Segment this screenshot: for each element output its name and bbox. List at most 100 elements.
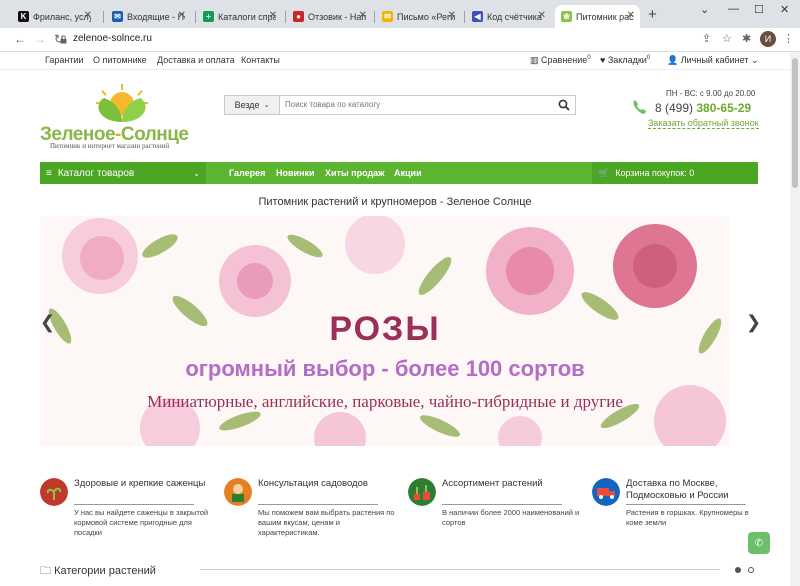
tab-favicon: K xyxy=(18,11,29,22)
phone-icon xyxy=(633,100,646,114)
nav-sales[interactable]: Акции xyxy=(394,168,422,178)
profile-avatar[interactable]: И xyxy=(760,31,776,47)
search-scope-select[interactable]: Везде ⌄ xyxy=(225,96,280,114)
tab-favicon: ❀ xyxy=(561,11,572,22)
search-scope-label: Везде xyxy=(234,100,260,110)
feature-title: Консультация садоводов xyxy=(258,478,368,489)
chevron-down-icon[interactable]: ⌄ xyxy=(700,3,709,16)
search-icon[interactable] xyxy=(558,99,570,111)
page-title: Питомник растений и крупномеров - Зелено… xyxy=(258,196,532,208)
nav-new[interactable]: Новинки xyxy=(276,168,315,178)
search-bar: Везде ⌄ xyxy=(224,95,576,115)
feature-title: Здоровые и крепкие саженцы xyxy=(74,478,206,489)
chart-icon: ▥ xyxy=(530,55,539,65)
browser-toolbar: ← → ↻ zelenoe-solnce.ru ⇪ ☆ ✱ И ⋮ xyxy=(0,28,800,52)
bookmarks-count: 0 xyxy=(646,55,651,61)
nav-bestsellers[interactable]: Хиты продаж xyxy=(325,168,385,178)
browser-tab[interactable]: ✉ Письмо «Регистр ✕ xyxy=(376,5,461,28)
menu-icon[interactable]: ⋮ xyxy=(783,32,794,45)
chevron-down-icon: ⌄ xyxy=(193,168,200,178)
browser-tab[interactable]: ◀ Код счётчика ✕ xyxy=(466,5,551,28)
back-icon[interactable]: ← xyxy=(14,32,26,46)
new-tab-icon[interactable]: + xyxy=(648,6,657,23)
categories-title: Категории растений xyxy=(54,565,156,577)
phone-number[interactable]: 8 (499) 380-65-29 xyxy=(655,101,751,115)
catalog-label: Каталог товаров xyxy=(57,167,135,179)
tab-title: Входящие - Почта xyxy=(127,11,185,22)
main-nav: ≡ Каталог товаров ⌄ Галерея Новинки Хиты… xyxy=(40,162,758,184)
link-delivery[interactable]: Доставка и оплата xyxy=(157,55,235,65)
close-tab-icon[interactable]: ✕ xyxy=(269,10,277,21)
tab-title: Каталоги справок xyxy=(218,11,276,22)
address-bar[interactable]: zelenoe-solnce.ru xyxy=(73,33,152,44)
hamburger-icon: ≡ xyxy=(46,167,52,179)
seedling-icon xyxy=(40,478,68,506)
plant-pots-icon xyxy=(408,478,436,506)
extensions-icon[interactable]: ✱ xyxy=(742,32,751,45)
tab-title: Код счётчика xyxy=(487,11,542,22)
forward-icon[interactable]: → xyxy=(34,32,46,46)
close-tab-icon[interactable]: ✕ xyxy=(359,10,367,21)
browser-tab[interactable]: + Каталоги справок ✕ xyxy=(197,5,282,28)
close-tab-icon[interactable]: ✕ xyxy=(178,10,186,21)
feature-desc: У нас вы найдете саженцы в закрытой корм… xyxy=(74,508,209,537)
minimize-icon[interactable]: — xyxy=(728,3,739,15)
working-hours: ПН - ВС: с 9.00 до 20.00 xyxy=(666,89,756,98)
compare-link[interactable]: ▥ Сравнение0 xyxy=(530,55,591,66)
close-tab-icon[interactable]: ✕ xyxy=(84,10,92,21)
close-window-icon[interactable]: ✕ xyxy=(780,3,789,16)
browser-tab-active[interactable]: ❀ Питомник расте ✕ xyxy=(555,5,640,28)
search-input[interactable] xyxy=(285,100,545,109)
lock-icon[interactable] xyxy=(60,35,67,44)
account-link[interactable]: 👤 Личный кабинет ⌄ xyxy=(667,55,759,66)
promo-banner[interactable]: РОЗЫ огромный выбор - более 100 сортов М… xyxy=(40,216,730,446)
truck-icon xyxy=(592,478,620,506)
account-label: Личный кабинет xyxy=(680,55,749,65)
compare-label: Сравнение xyxy=(541,55,588,65)
cart-button[interactable]: 🛒 Корзина покупок: 0 xyxy=(592,162,758,184)
scrollbar-thumb[interactable] xyxy=(792,58,798,188)
user-icon: 👤 xyxy=(667,55,679,65)
callback-link[interactable]: Заказать обратный звонок xyxy=(648,118,759,129)
link-contacts[interactable]: Контакты xyxy=(241,55,280,65)
tab-favicon: ✉ xyxy=(112,11,123,22)
maximize-icon[interactable]: ☐ xyxy=(754,3,764,16)
browser-tab[interactable]: ✉ Входящие - Почта ✕ xyxy=(106,5,191,28)
tab-title: Письмо «Регистр xyxy=(397,11,455,22)
banner-subtitle: огромный выбор - более 100 сортов xyxy=(185,356,585,381)
logo-subtitle: Питомник и интернет магазин растений xyxy=(50,142,170,150)
slider-dot-active[interactable] xyxy=(735,567,741,573)
close-tab-icon[interactable]: ✕ xyxy=(627,10,635,21)
carousel-next-icon[interactable]: ❯ xyxy=(746,312,761,333)
heart-icon: ♥ xyxy=(600,55,606,65)
gardener-icon xyxy=(224,478,252,506)
top-links-bar: Гарантии О питомнике Доставка и оплата К… xyxy=(0,52,790,70)
bookmarks-label: Закладки xyxy=(607,55,647,65)
floating-call-button[interactable]: ✆ xyxy=(748,532,770,554)
slider-dot[interactable] xyxy=(748,567,754,573)
banner-subtitle-2: Миниатюрные, английские, парковые, чайно… xyxy=(147,392,623,411)
share-icon[interactable]: ⇪ xyxy=(702,32,711,45)
browser-tab[interactable]: ● Отзовик - Напиши ✕ xyxy=(287,5,372,28)
cart-label: Корзина покупок: 0 xyxy=(615,168,695,178)
link-about[interactable]: О питомнике xyxy=(93,55,147,65)
catalog-button[interactable]: ≡ Каталог товаров ⌄ xyxy=(40,162,206,184)
tab-favicon: ✉ xyxy=(382,11,393,22)
feature-title: Доставка по Москве, Подмосковью и России xyxy=(626,478,729,501)
browser-tab[interactable]: K Фриланс, услуги ✕ xyxy=(12,5,97,28)
tab-favicon: ● xyxy=(293,11,304,22)
bookmarks-link[interactable]: ♥ Закладки0 xyxy=(600,55,650,65)
browser-tab-bar: K Фриланс, услуги ✕ ✉ Входящие - Почта ✕… xyxy=(0,0,800,28)
folder-icon: 🗀 xyxy=(40,565,51,577)
link-guarantees[interactable]: Гарантии xyxy=(45,55,84,65)
close-tab-icon[interactable]: ✕ xyxy=(538,10,546,21)
nav-gallery[interactable]: Галерея xyxy=(229,168,265,178)
close-tab-icon[interactable]: ✕ xyxy=(448,10,456,21)
categories-heading: 🗀 Категории растений xyxy=(40,562,156,581)
bookmark-star-icon[interactable]: ☆ xyxy=(722,32,732,45)
tab-favicon: + xyxy=(203,11,214,22)
tab-title: Питомник расте xyxy=(576,11,634,22)
feature-title: Ассортимент растений xyxy=(442,478,543,489)
chevron-down-icon: ⌄ xyxy=(750,55,759,65)
carousel-prev-icon[interactable]: ❮ xyxy=(40,312,55,333)
